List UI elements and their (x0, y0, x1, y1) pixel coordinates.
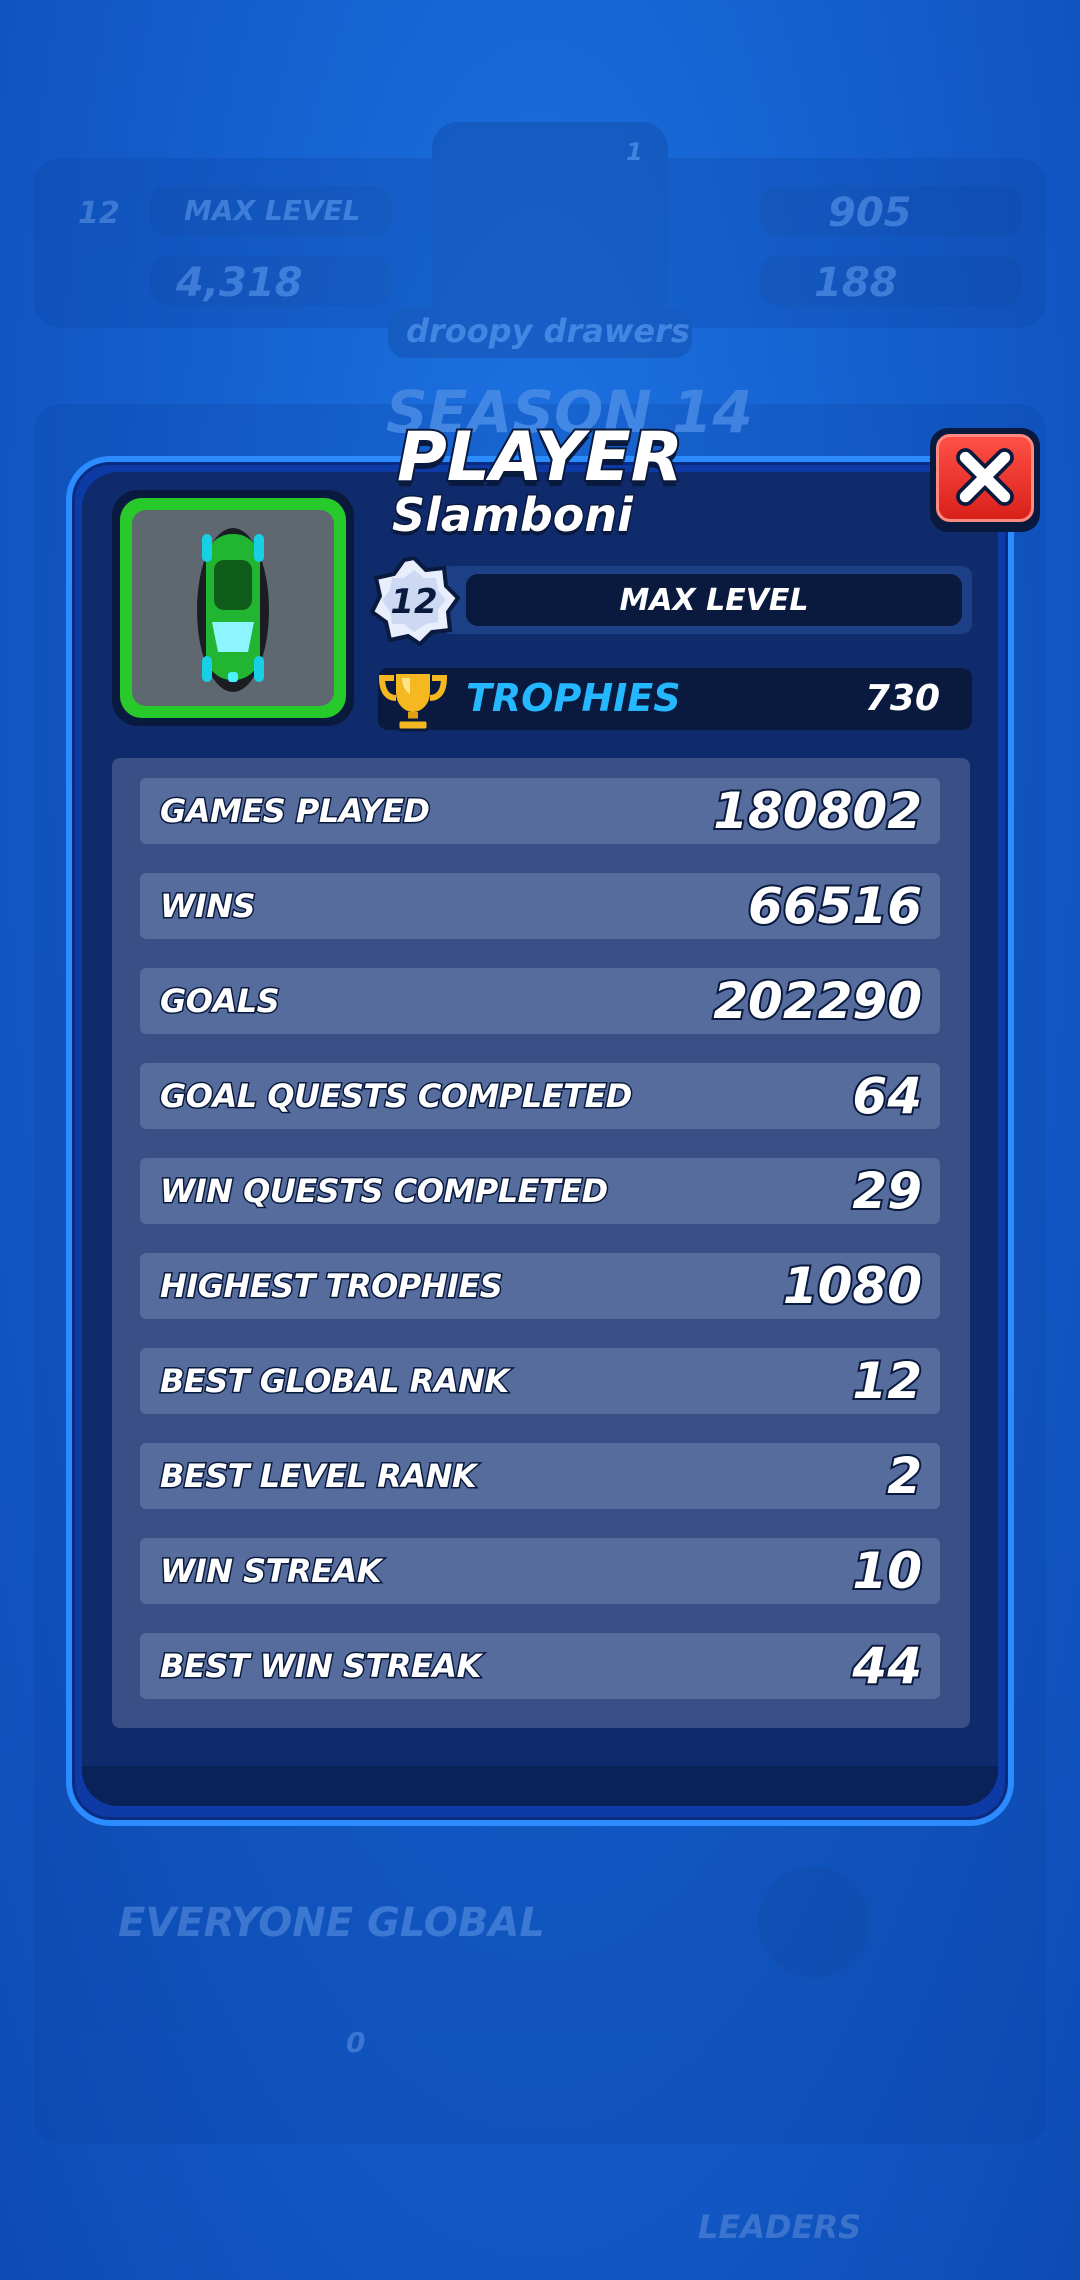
stat-label: WIN QUESTS COMPLETED (159, 1171, 610, 1212)
trophies-label: TROPHIES (466, 676, 681, 720)
stat-row-best-level-rank: BEST LEVEL RANK 2 (140, 1443, 940, 1509)
stat-row-goal-quests: GOAL QUESTS COMPLETED 64 (140, 1063, 940, 1129)
trophy-icon (378, 670, 448, 732)
stat-value: 1080 (781, 1255, 924, 1317)
stat-value: 202290 (711, 970, 924, 1032)
player-avatar[interactable] (112, 490, 354, 726)
close-icon (956, 448, 1014, 506)
stat-value: 66516 (746, 875, 924, 937)
stat-row-best-win-streak: BEST WIN STREAK 44 (140, 1633, 940, 1699)
stat-row-wins: WINS 66516 (140, 873, 940, 939)
trophies-value: 730 (864, 678, 940, 719)
stat-row-best-global-rank: BEST GLOBAL RANK 12 (140, 1348, 940, 1414)
stat-label: BEST WIN STREAK (159, 1646, 483, 1687)
stat-label: GOALS (158, 981, 281, 1022)
stat-row-win-quests: WIN QUESTS COMPLETED 29 (140, 1158, 940, 1224)
stat-value: 29 (850, 1160, 924, 1222)
level-label: MAX LEVEL (466, 574, 962, 626)
stat-row-win-streak: WIN STREAK 10 (140, 1538, 940, 1604)
stat-label: BEST GLOBAL RANK (159, 1361, 511, 1402)
stat-value: 180802 (711, 780, 924, 842)
player-name: Slamboni (391, 487, 635, 544)
car-icon (197, 528, 269, 692)
stat-value: 44 (850, 1635, 924, 1697)
stat-label: GAMES PLAYED (158, 791, 431, 832)
stat-value: 10 (850, 1540, 924, 1602)
stat-row-games-played: GAMES PLAYED 180802 (140, 778, 940, 844)
modal-title: PLAYER (395, 416, 685, 499)
stat-row-goals: GOALS 202290 (140, 968, 940, 1034)
stat-value: 2 (885, 1445, 924, 1507)
stat-label: WIN STREAK (158, 1551, 383, 1592)
stat-value: 64 (850, 1065, 924, 1127)
stat-label: WINS (158, 886, 257, 927)
close-button[interactable] (930, 428, 1040, 532)
stat-label: HIGHEST TROPHIES (158, 1266, 504, 1307)
stat-label: GOAL QUESTS COMPLETED (159, 1076, 634, 1117)
stat-value: 12 (850, 1350, 924, 1412)
level-number: 12 (390, 582, 438, 622)
level-bar: MAX LEVEL (440, 566, 972, 634)
modal-footer (82, 1766, 998, 1806)
stat-row-highest-trophies: HIGHEST TROPHIES 1080 (140, 1253, 940, 1319)
stat-label: BEST LEVEL RANK (158, 1456, 478, 1497)
